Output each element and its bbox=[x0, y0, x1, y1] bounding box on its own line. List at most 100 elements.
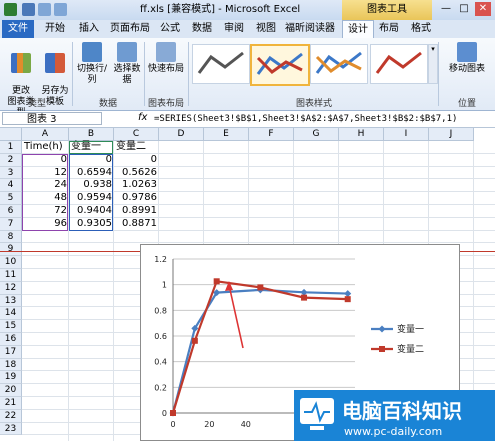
group-label-type: 类型 bbox=[27, 99, 46, 109]
y-tick-label: 1.2 bbox=[154, 255, 167, 264]
row-header[interactable]: 23 bbox=[0, 422, 22, 436]
column-header[interactable]: I bbox=[384, 128, 429, 141]
row-header[interactable]: 4 bbox=[0, 179, 22, 193]
chart-style-2[interactable] bbox=[250, 44, 310, 86]
data-point bbox=[191, 337, 198, 344]
column-header[interactable]: F bbox=[249, 128, 294, 141]
data-point bbox=[257, 284, 264, 291]
tab-page-layout[interactable]: 页面布局 bbox=[108, 20, 152, 38]
column-header[interactable]: J bbox=[429, 128, 474, 141]
row-header[interactable]: 1 bbox=[0, 141, 22, 154]
column-header[interactable]: E bbox=[204, 128, 249, 141]
tab-format[interactable]: 格式 bbox=[406, 20, 436, 38]
row-header[interactable]: 3 bbox=[0, 166, 22, 180]
formula-bar: 图表 3 fx =SERIES(Sheet3!$B$1,Sheet3!$A$2:… bbox=[0, 111, 495, 128]
row-header[interactable]: 5 bbox=[0, 192, 22, 205]
row-header[interactable]: 2 bbox=[0, 153, 22, 167]
data-cell[interactable]: 0 bbox=[114, 154, 159, 166]
tab-file[interactable]: 文件 bbox=[2, 20, 34, 38]
tab-review[interactable]: 审阅 bbox=[220, 20, 248, 38]
y-tick-label: 1 bbox=[162, 281, 167, 290]
quick-layout-icon bbox=[156, 42, 176, 62]
select-all-corner[interactable] bbox=[0, 128, 22, 141]
column-header[interactable]: G bbox=[294, 128, 339, 141]
x-tick-label: 0 bbox=[170, 420, 175, 429]
name-box[interactable]: 图表 3 bbox=[2, 112, 102, 125]
tab-view[interactable]: 视图 bbox=[252, 20, 280, 38]
column-header[interactable]: B bbox=[69, 128, 114, 141]
data-cell[interactable]: 1.0263 bbox=[114, 179, 159, 191]
chart-style-4[interactable] bbox=[370, 44, 428, 84]
row-header[interactable]: 14 bbox=[0, 307, 22, 321]
chart-style-1[interactable] bbox=[192, 44, 250, 84]
group-divider bbox=[438, 42, 439, 106]
select-data-icon bbox=[117, 42, 137, 62]
column-header[interactable]: H bbox=[339, 128, 384, 141]
row-header[interactable]: 8 bbox=[0, 230, 22, 244]
row-header[interactable]: 21 bbox=[0, 397, 22, 410]
data-point bbox=[344, 290, 352, 298]
quick-layout-button[interactable]: 快速布局 bbox=[146, 42, 186, 75]
row-header[interactable]: 7 bbox=[0, 217, 22, 231]
undo-icon[interactable] bbox=[38, 3, 51, 16]
save-icon[interactable] bbox=[22, 3, 35, 16]
svg-text:电脑百科知识: 电脑百科知识 bbox=[342, 399, 462, 423]
move-chart-button[interactable]: 移动图表 bbox=[442, 42, 492, 75]
data-cell[interactable]: 0.9786 bbox=[114, 192, 159, 204]
y-tick-label: 0.6 bbox=[154, 332, 167, 341]
row-header[interactable]: 10 bbox=[0, 256, 22, 269]
data-cell[interactable]: 0.8991 bbox=[114, 205, 159, 217]
tab-foxit-reader[interactable]: 福昕阅读器 bbox=[284, 20, 336, 38]
maximize-icon[interactable]: □ bbox=[456, 2, 472, 16]
values-range-highlight bbox=[69, 153, 113, 231]
tab-home[interactable]: 开始 bbox=[40, 20, 70, 38]
header-cell[interactable]: Time(h) bbox=[22, 141, 69, 153]
style-preview-icon bbox=[315, 51, 362, 74]
header-cell[interactable]: 变量二 bbox=[114, 141, 159, 153]
row-header[interactable]: 22 bbox=[0, 409, 22, 423]
column-header[interactable]: D bbox=[159, 128, 204, 141]
style-preview-icon bbox=[375, 51, 422, 74]
row-header[interactable]: 20 bbox=[0, 384, 22, 397]
group-divider bbox=[188, 42, 189, 106]
row-header[interactable]: 12 bbox=[0, 281, 22, 295]
y-tick-label: 0.8 bbox=[154, 306, 167, 315]
tab-insert[interactable]: 插入 bbox=[74, 20, 104, 38]
y-tick-label: 0 bbox=[162, 409, 167, 418]
data-cell[interactable]: 0.5626 bbox=[114, 167, 159, 179]
minimize-icon[interactable]: — bbox=[438, 2, 454, 16]
row-header[interactable]: 13 bbox=[0, 294, 22, 308]
data-cell[interactable]: 0.8871 bbox=[114, 218, 159, 230]
redo-icon[interactable] bbox=[54, 3, 67, 16]
chart-style-3[interactable] bbox=[310, 44, 368, 84]
column-header[interactable]: C bbox=[114, 128, 159, 141]
switch-row-column-button[interactable]: 切换行/列 bbox=[74, 42, 110, 86]
tab-data[interactable]: 数据 bbox=[188, 20, 216, 38]
row-header[interactable]: 6 bbox=[0, 205, 22, 218]
legend-marker bbox=[378, 325, 386, 333]
group-label-layouts: 图表布局 bbox=[147, 99, 184, 109]
row-header[interactable]: 18 bbox=[0, 358, 22, 372]
style-scroll-icon[interactable]: ▾ bbox=[428, 44, 438, 84]
tab-design[interactable]: 设计 bbox=[342, 20, 374, 40]
row-header[interactable]: 11 bbox=[0, 269, 22, 282]
fx-icon[interactable]: fx bbox=[138, 112, 147, 123]
row-header[interactable]: 16 bbox=[0, 333, 22, 346]
row-header[interactable]: 19 bbox=[0, 371, 22, 385]
group-divider bbox=[144, 42, 145, 106]
row-header[interactable]: 15 bbox=[0, 320, 22, 333]
data-point bbox=[213, 278, 220, 285]
row-header[interactable]: 17 bbox=[0, 345, 22, 359]
column-header[interactable]: A bbox=[22, 128, 69, 141]
row-header[interactable]: 9 bbox=[0, 243, 22, 257]
select-data-button[interactable]: 选择数据 bbox=[112, 42, 142, 86]
chart-type-icon bbox=[11, 53, 31, 73]
formula-input[interactable]: =SERIES(Sheet3!$B$1,Sheet3!$A$2:$A$7,She… bbox=[154, 112, 457, 126]
tab-formulas[interactable]: 公式 bbox=[156, 20, 184, 38]
close-icon[interactable]: ✕ bbox=[475, 2, 491, 16]
tab-layout[interactable]: 布局 bbox=[374, 20, 404, 38]
switch-icon bbox=[82, 42, 102, 62]
y-tick-label: 0.4 bbox=[154, 358, 167, 367]
move-chart-icon bbox=[457, 42, 477, 62]
x-tick-label: 20 bbox=[204, 420, 214, 429]
